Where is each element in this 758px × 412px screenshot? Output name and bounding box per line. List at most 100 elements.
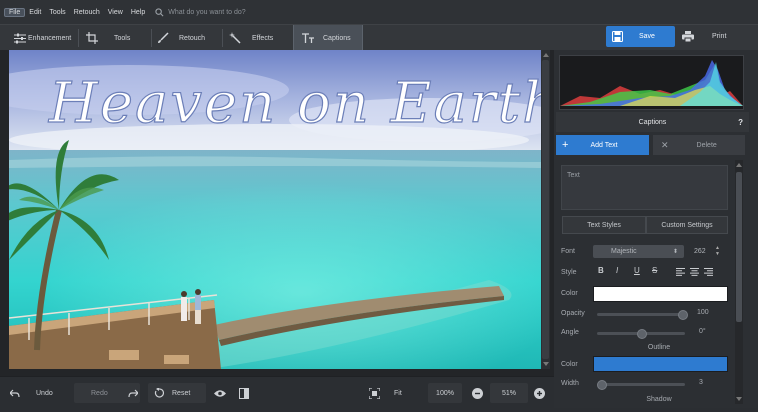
- outline-color-label: Color: [561, 361, 578, 368]
- histogram: [559, 55, 744, 110]
- menu-view[interactable]: View: [104, 9, 127, 16]
- caption-text-placeholder: Text: [567, 172, 580, 179]
- panel-scrollbar[interactable]: [735, 160, 743, 404]
- sliders-icon: [14, 33, 26, 43]
- fit-label: Fit: [394, 389, 402, 397]
- zoom-out-button[interactable]: [472, 383, 483, 403]
- image-canvas[interactable]: Heaven on Earth: [0, 50, 554, 376]
- text-color-swatch[interactable]: [593, 286, 728, 302]
- tab-captions[interactable]: Captions: [293, 25, 363, 51]
- tab-effects-label: Effects: [252, 34, 274, 42]
- font-size-field[interactable]: 262: [690, 245, 714, 258]
- strikethrough-button[interactable]: S: [652, 266, 657, 275]
- angle-label: Angle: [561, 329, 579, 336]
- tab-effects[interactable]: Effects: [229, 25, 289, 51]
- align-center-icon[interactable]: [690, 268, 699, 276]
- tab-enhancement-label: Enhancement: [28, 34, 72, 42]
- panel-scroll-down-icon[interactable]: [736, 397, 742, 401]
- reset-button[interactable]: Reset: [148, 383, 206, 403]
- zoom-in-button[interactable]: [534, 383, 545, 403]
- width-slider[interactable]: [597, 380, 685, 390]
- tab-retouch[interactable]: Retouch: [157, 25, 217, 51]
- crop-icon: [86, 32, 98, 44]
- search-box[interactable]: What do you want to do?: [155, 7, 246, 17]
- menu-retouch[interactable]: Retouch: [70, 9, 104, 16]
- menu-help[interactable]: Help: [127, 9, 149, 16]
- italic-button[interactable]: I: [616, 266, 618, 275]
- scroll-up-arrow-icon[interactable]: [543, 53, 549, 57]
- panel-scroll-up-icon[interactable]: [736, 163, 742, 167]
- angle-value: 0°: [699, 328, 706, 335]
- tab-enhancement[interactable]: Enhancement: [14, 25, 76, 51]
- caption-text-field[interactable]: Text: [561, 165, 728, 210]
- tab-tools[interactable]: Tools: [86, 25, 146, 51]
- photo-beach[interactable]: Heaven on Earth: [9, 50, 541, 369]
- align-right-icon[interactable]: [704, 268, 713, 276]
- preview-toggle-button[interactable]: [214, 383, 226, 403]
- outline-color-swatch[interactable]: [593, 356, 728, 372]
- angle-slider-handle[interactable]: [637, 329, 647, 339]
- toolbar-divider: [78, 29, 79, 47]
- stepper-down-icon[interactable]: ▼: [715, 251, 726, 257]
- eye-icon: [214, 389, 226, 397]
- print-label: Print: [712, 33, 727, 40]
- search-icon: [155, 7, 164, 16]
- search-placeholder: What do you want to do?: [168, 8, 246, 16]
- canvas-vertical-scrollbar[interactable]: [541, 50, 550, 369]
- redo-button[interactable]: Redo: [74, 383, 140, 403]
- caption-text[interactable]: Heaven on Earth: [47, 70, 541, 136]
- angle-slider[interactable]: [597, 329, 685, 339]
- compare-icon: [239, 387, 249, 399]
- help-button[interactable]: ?: [738, 118, 743, 127]
- save-label: Save: [639, 33, 655, 40]
- text-icon: [302, 32, 314, 43]
- tab-custom-settings[interactable]: Custom Settings: [646, 216, 728, 234]
- toolbar-divider: [151, 29, 152, 47]
- tab-captions-label: Captions: [323, 34, 351, 42]
- add-text-button[interactable]: + Add Text: [556, 135, 649, 155]
- zoom-100-button[interactable]: 100%: [428, 383, 462, 403]
- tab-text-styles[interactable]: Text Styles: [562, 216, 646, 234]
- magic-wand-icon: [229, 32, 241, 44]
- tab-retouch-label: Retouch: [179, 34, 206, 42]
- fit-to-screen-button[interactable]: Fit: [369, 383, 408, 403]
- compare-button[interactable]: [239, 383, 249, 403]
- menu-tools[interactable]: Tools: [45, 9, 69, 16]
- style-label: Style: [561, 269, 577, 276]
- undo-button[interactable]: Undo: [10, 383, 59, 403]
- menu-file[interactable]: File: [4, 7, 26, 17]
- font-select[interactable]: Majestic ⬍: [593, 245, 684, 258]
- zoom-out-icon: [472, 387, 483, 399]
- scroll-down-arrow-icon[interactable]: [543, 362, 549, 366]
- tab-tools-label: Tools: [114, 34, 131, 42]
- opacity-slider[interactable]: [597, 310, 688, 320]
- bold-button[interactable]: B: [598, 266, 604, 275]
- undo-label: Undo: [36, 389, 53, 397]
- underline-button[interactable]: U: [634, 266, 640, 275]
- zoom-level-value: 51%: [501, 389, 516, 397]
- beach-photo-image: Heaven on Earth: [9, 50, 541, 369]
- panel-scroll-thumb[interactable]: [736, 172, 742, 322]
- width-value: 3: [699, 379, 703, 386]
- font-size-stepper[interactable]: ▲ ▼: [715, 245, 726, 258]
- font-size-value: 262: [694, 248, 706, 255]
- reset-label: Reset: [172, 389, 191, 397]
- print-button[interactable]: Print: [680, 26, 742, 47]
- opacity-slider-handle[interactable]: [678, 310, 688, 320]
- chevron-updown-icon: ⬍: [672, 249, 678, 255]
- align-left-icon[interactable]: [676, 268, 685, 276]
- histogram-graph: [560, 60, 743, 106]
- zoom-level-field[interactable]: 51%: [490, 383, 528, 403]
- save-button[interactable]: Save: [606, 26, 675, 47]
- printer-icon: [682, 31, 694, 42]
- delete-button[interactable]: ✕ Delete: [653, 135, 745, 155]
- scroll-thumb[interactable]: [542, 60, 549, 359]
- tab-text-styles-label: Text Styles: [587, 221, 621, 229]
- outline-section-label: Outline: [647, 344, 671, 351]
- app-window: File Edit Tools Retouch View Help What d…: [0, 0, 758, 412]
- width-slider-handle[interactable]: [597, 380, 607, 390]
- menu-bar: File Edit Tools Retouch View Help What d…: [0, 0, 758, 24]
- menu-edit[interactable]: Edit: [25, 9, 45, 16]
- font-label: Font: [561, 248, 576, 255]
- toolbar-divider: [222, 29, 223, 47]
